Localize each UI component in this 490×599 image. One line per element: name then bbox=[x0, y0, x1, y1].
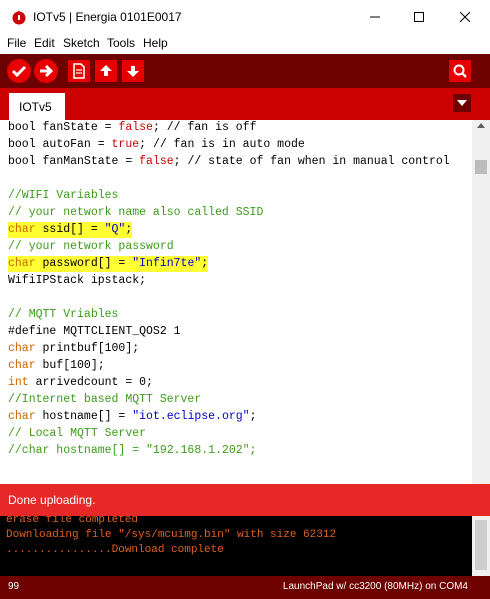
code-area[interactable]: bool fanState = false; // fan is off boo… bbox=[0, 120, 472, 484]
tab-iotv5[interactable]: IOTv5 bbox=[9, 93, 65, 120]
scroll-up-icon[interactable] bbox=[477, 123, 485, 128]
tab-bar: IOTv5 bbox=[0, 88, 490, 120]
code-line: bool fanManState = false; // state of fa… bbox=[8, 155, 450, 168]
window-title: IOTv5 | Energia 0101E0017 bbox=[33, 10, 182, 24]
console-output[interactable]: erase file completed Downloading file "/… bbox=[0, 516, 490, 576]
toolbar bbox=[0, 54, 490, 88]
menu-tools[interactable]: Tools bbox=[107, 36, 135, 50]
menu-file[interactable]: File bbox=[7, 36, 26, 50]
serial-monitor-button[interactable] bbox=[449, 60, 471, 82]
editor-scrollbar[interactable] bbox=[472, 120, 490, 484]
code-line: // your network password bbox=[8, 240, 174, 253]
status-message: Done uploading. bbox=[8, 493, 96, 507]
console-line: ................Download complete bbox=[6, 544, 224, 556]
code-editor[interactable]: bool fanState = false; // fan is off boo… bbox=[0, 120, 490, 484]
code-line: char hostname[] = "iot.eclipse.org"; bbox=[8, 410, 257, 423]
code-line: int arrivedcount = 0; bbox=[8, 376, 153, 389]
menu-help[interactable]: Help bbox=[143, 36, 168, 50]
code-line: bool fanState = false; // fan is off bbox=[8, 121, 257, 134]
menu-bar: File Edit Sketch Tools Help bbox=[0, 34, 490, 54]
save-icon bbox=[127, 66, 139, 77]
close-icon bbox=[460, 12, 470, 22]
code-line: // your network name also called SSID bbox=[8, 206, 264, 219]
chevron-down-icon bbox=[457, 100, 467, 106]
open-icon bbox=[100, 65, 112, 76]
status-bar: Done uploading. bbox=[0, 484, 490, 516]
code-line: //Internet based MQTT Server bbox=[8, 393, 202, 406]
close-button[interactable] bbox=[442, 0, 488, 34]
tab-menu-button[interactable] bbox=[453, 94, 471, 112]
energia-app-icon bbox=[12, 10, 26, 25]
code-line-highlighted: char password[] = "Infin7te"; bbox=[8, 256, 209, 272]
code-line: #define MQTTCLIENT_QOS2 1 bbox=[8, 325, 181, 338]
console-scrollbar[interactable] bbox=[472, 516, 490, 576]
code-line: //char hostname[] = "192.168.1.202"; bbox=[8, 444, 257, 457]
code-line: // MQTT Vriables bbox=[8, 308, 119, 321]
code-line-highlighted: char ssid[] = "Q"; bbox=[8, 222, 133, 238]
code-line: bool autoFan = true; // fan is in auto m… bbox=[8, 138, 305, 151]
maximize-button[interactable] bbox=[396, 0, 442, 34]
verify-icon bbox=[11, 65, 27, 78]
code-line: WifiIPStack ipstack; bbox=[8, 274, 147, 287]
scrollbar-thumb[interactable] bbox=[475, 160, 487, 174]
open-button[interactable] bbox=[95, 60, 117, 82]
footer-bar: 99 LaunchPad w/ cc3200 (80MHz) on COM4 bbox=[0, 576, 490, 599]
upload-button[interactable] bbox=[34, 59, 58, 83]
console-line: erase file completed bbox=[6, 516, 139, 526]
maximize-icon bbox=[414, 12, 424, 22]
code-line: char printbuf[100]; bbox=[8, 342, 140, 355]
board-info: LaunchPad w/ cc3200 (80MHz) on COM4 bbox=[282, 581, 468, 592]
tab-label: IOTv5 bbox=[19, 100, 52, 114]
line-number: 99 bbox=[8, 581, 20, 592]
code-line: // Local MQTT Server bbox=[8, 427, 147, 440]
title-bar: IOTv5 | Energia 0101E0017 bbox=[0, 0, 490, 34]
upload-icon bbox=[40, 64, 54, 78]
new-file-icon bbox=[73, 63, 85, 79]
menu-sketch[interactable]: Sketch bbox=[63, 36, 100, 50]
scrollbar-thumb[interactable] bbox=[475, 520, 487, 570]
search-icon bbox=[453, 64, 467, 78]
minimize-icon bbox=[370, 16, 380, 18]
verify-button[interactable] bbox=[7, 59, 31, 83]
code-line: char buf[100]; bbox=[8, 359, 105, 372]
code-line: //WIFI Variables bbox=[8, 189, 119, 202]
menu-edit[interactable]: Edit bbox=[34, 36, 55, 50]
new-button[interactable] bbox=[68, 60, 90, 82]
console-line: Downloading file "/sys/mcuimg.bin" with … bbox=[6, 529, 337, 541]
save-button[interactable] bbox=[122, 60, 144, 82]
minimize-button[interactable] bbox=[352, 0, 398, 34]
